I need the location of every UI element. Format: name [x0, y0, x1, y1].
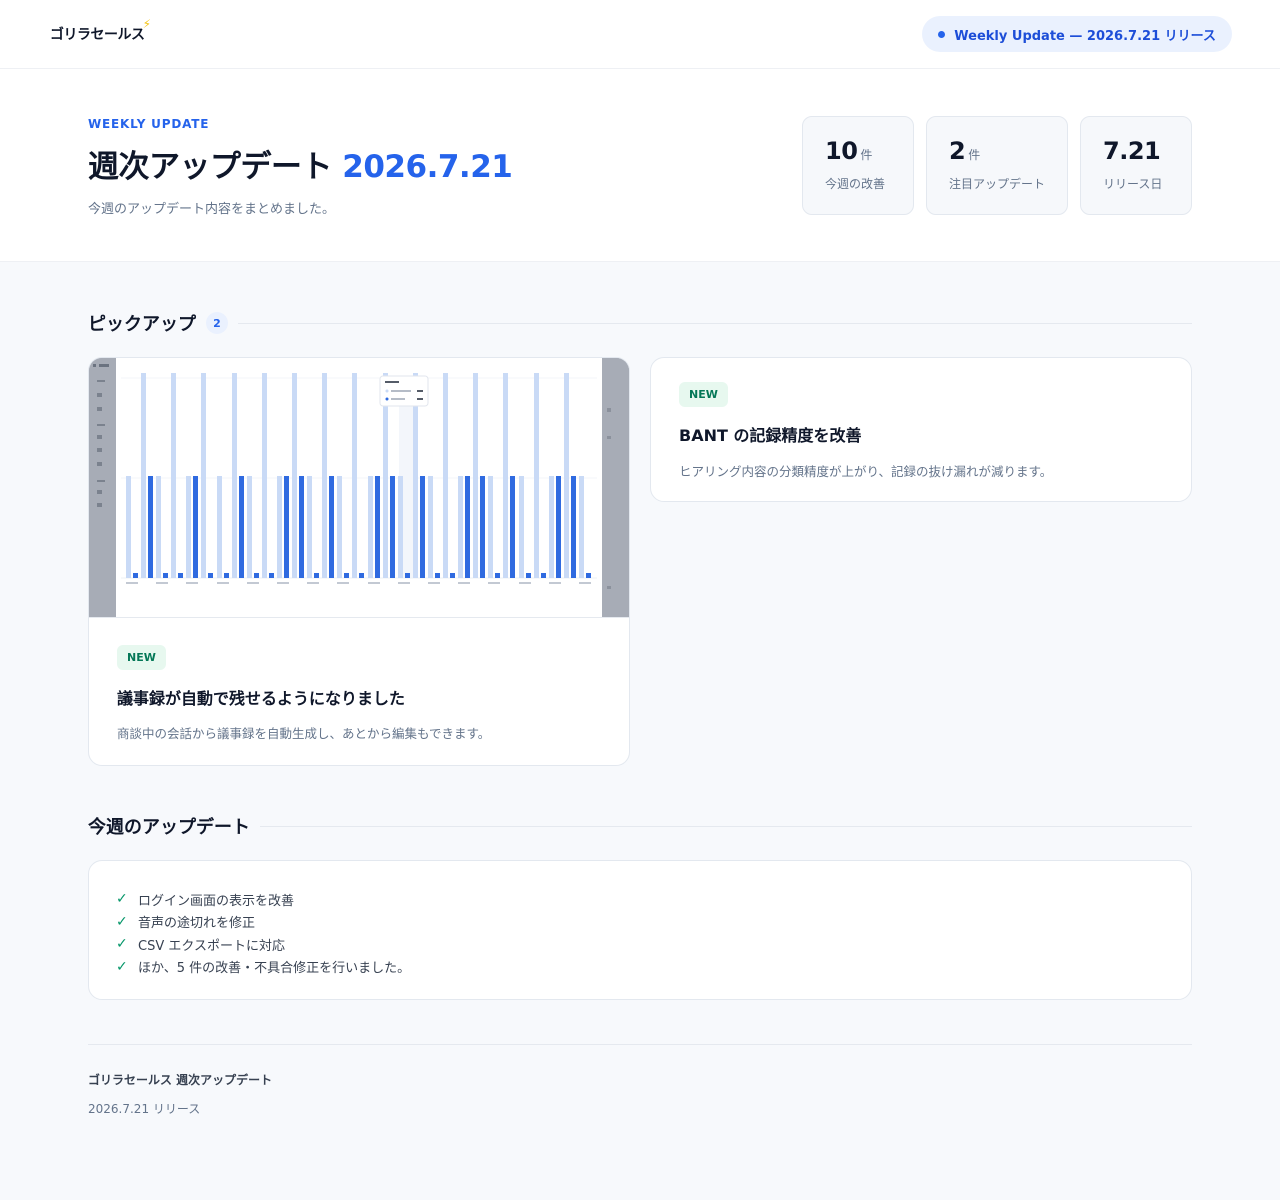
card-description: ヒアリング内容の分類精度が上がり、記録の抜け漏れが減ります。 — [679, 464, 1053, 479]
pickup-card-minutes[interactable]: NEW 議事録が自動で残せるようになりました 商談中の会話から議事録を自動生成し… — [88, 357, 630, 766]
card-description: 商談中の会話から議事録を自動生成し、あとから編集もできます。 — [117, 726, 491, 741]
updates-section-header: 今週のアップデート — [88, 813, 1192, 839]
pickup-section-header: ピックアップ 2 — [88, 310, 1192, 336]
stat-card-featured: 2件 注目アップデート — [926, 116, 1068, 215]
list-item-text: ほか、5 件の改善・不具合修正を行いました。 — [138, 961, 411, 977]
page-subtitle: 今週のアップデート内容をまとめました。 — [88, 202, 336, 217]
count-badge: 2 — [206, 312, 228, 334]
stat-label: 注目アップデート — [949, 177, 1046, 191]
divider — [238, 322, 1192, 324]
updates-list: ✓ ログイン画面の表示を改善 ✓ 音声の途切れを修正 ✓ CSV エクスポートに… — [88, 860, 1192, 1000]
section-title: 今週のアップデート — [88, 817, 250, 838]
list-item: ✓ ほか、5 件の改善・不具合修正を行いました。 — [116, 956, 1164, 979]
section-title: ピックアップ — [88, 314, 196, 335]
eyebrow-label: WEEKLY UPDATE — [88, 117, 210, 131]
top-bar: ゴリラセールス ⚡ Weekly Update — 2026.7.21 リリース — [0, 0, 1280, 69]
card-title: BANT の記録精度を改善 — [679, 426, 862, 445]
footer-subtitle: 2026.7.21 リリース — [88, 1102, 201, 1116]
stat-label: 今週の改善 — [825, 177, 886, 191]
stat-value: 10 件 — [825, 137, 872, 165]
footer-title: ゴリラセールス 週次アップデート — [88, 1073, 273, 1087]
bolt-icon: ⚡ — [142, 17, 151, 31]
list-item: ✓ 音声の途切れを修正 — [116, 911, 1164, 934]
feature-screenshot — [89, 358, 629, 618]
stat-card-improvements: 10 件 今週の改善 — [802, 116, 914, 215]
check-icon: ✓ — [116, 913, 128, 930]
stat-label: リリース日 — [1103, 177, 1163, 191]
card-title: 議事録が自動で残せるようになりました — [117, 689, 406, 708]
list-item: ✓ CSV エクスポートに対応 — [116, 933, 1164, 956]
footer: ゴリラセールス 週次アップデート 2026.7.21 リリース — [88, 1044, 1192, 1117]
pickup-card-bant[interactable]: NEW BANT の記録精度を改善 ヒアリング内容の分類精度が上がり、記録の抜け… — [650, 357, 1192, 502]
list-item: ✓ ログイン画面の表示を改善 — [116, 888, 1164, 911]
release-pill[interactable]: Weekly Update — 2026.7.21 リリース — [922, 16, 1232, 52]
check-icon: ✓ — [116, 891, 128, 908]
divider — [260, 825, 1192, 827]
page-title-text: 週次アップデート — [88, 149, 333, 185]
release-pill-label: Weekly Update — 2026.7.21 リリース — [954, 28, 1216, 44]
page-title-date: 2026.7.21 — [342, 149, 513, 185]
stat-card-release-date: 7.21 リリース日 — [1080, 116, 1192, 215]
brand-logo[interactable]: ゴリラセールス ⚡ — [50, 17, 151, 44]
list-item-text: ログイン画面の表示を改善 — [138, 893, 295, 909]
stat-value: 2件 — [949, 137, 980, 165]
stat-value: 7.21 — [1103, 137, 1161, 165]
check-icon: ✓ — [116, 958, 128, 975]
list-item-text: CSV エクスポートに対応 — [138, 938, 285, 954]
page-title: 週次アップデート 2026.7.21 — [88, 141, 513, 186]
hero-heading-group: WEEKLY UPDATE 週次アップデート 2026.7.21 今週のアップデ… — [88, 117, 513, 217]
new-badge: NEW — [117, 645, 166, 670]
stats-group: 10 件 今週の改善 2件 注目アップデート 7.21 リリース日 — [802, 116, 1192, 215]
status-dot-icon — [938, 30, 946, 38]
hero-section: WEEKLY UPDATE 週次アップデート 2026.7.21 今週のアップデ… — [0, 69, 1280, 262]
card-body: NEW BANT の記録精度を改善 ヒアリング内容の分類精度が上がり、記録の抜け… — [651, 358, 1191, 480]
screenshot-chart-image — [89, 358, 629, 617]
check-icon: ✓ — [116, 936, 128, 953]
new-badge: NEW — [679, 382, 728, 407]
list-item-text: 音声の途切れを修正 — [138, 916, 256, 932]
card-body: NEW 議事録が自動で残せるようになりました 商談中の会話から議事録を自動生成し… — [89, 618, 629, 742]
brand-logo-text: ゴリラセールス — [50, 27, 145, 43]
